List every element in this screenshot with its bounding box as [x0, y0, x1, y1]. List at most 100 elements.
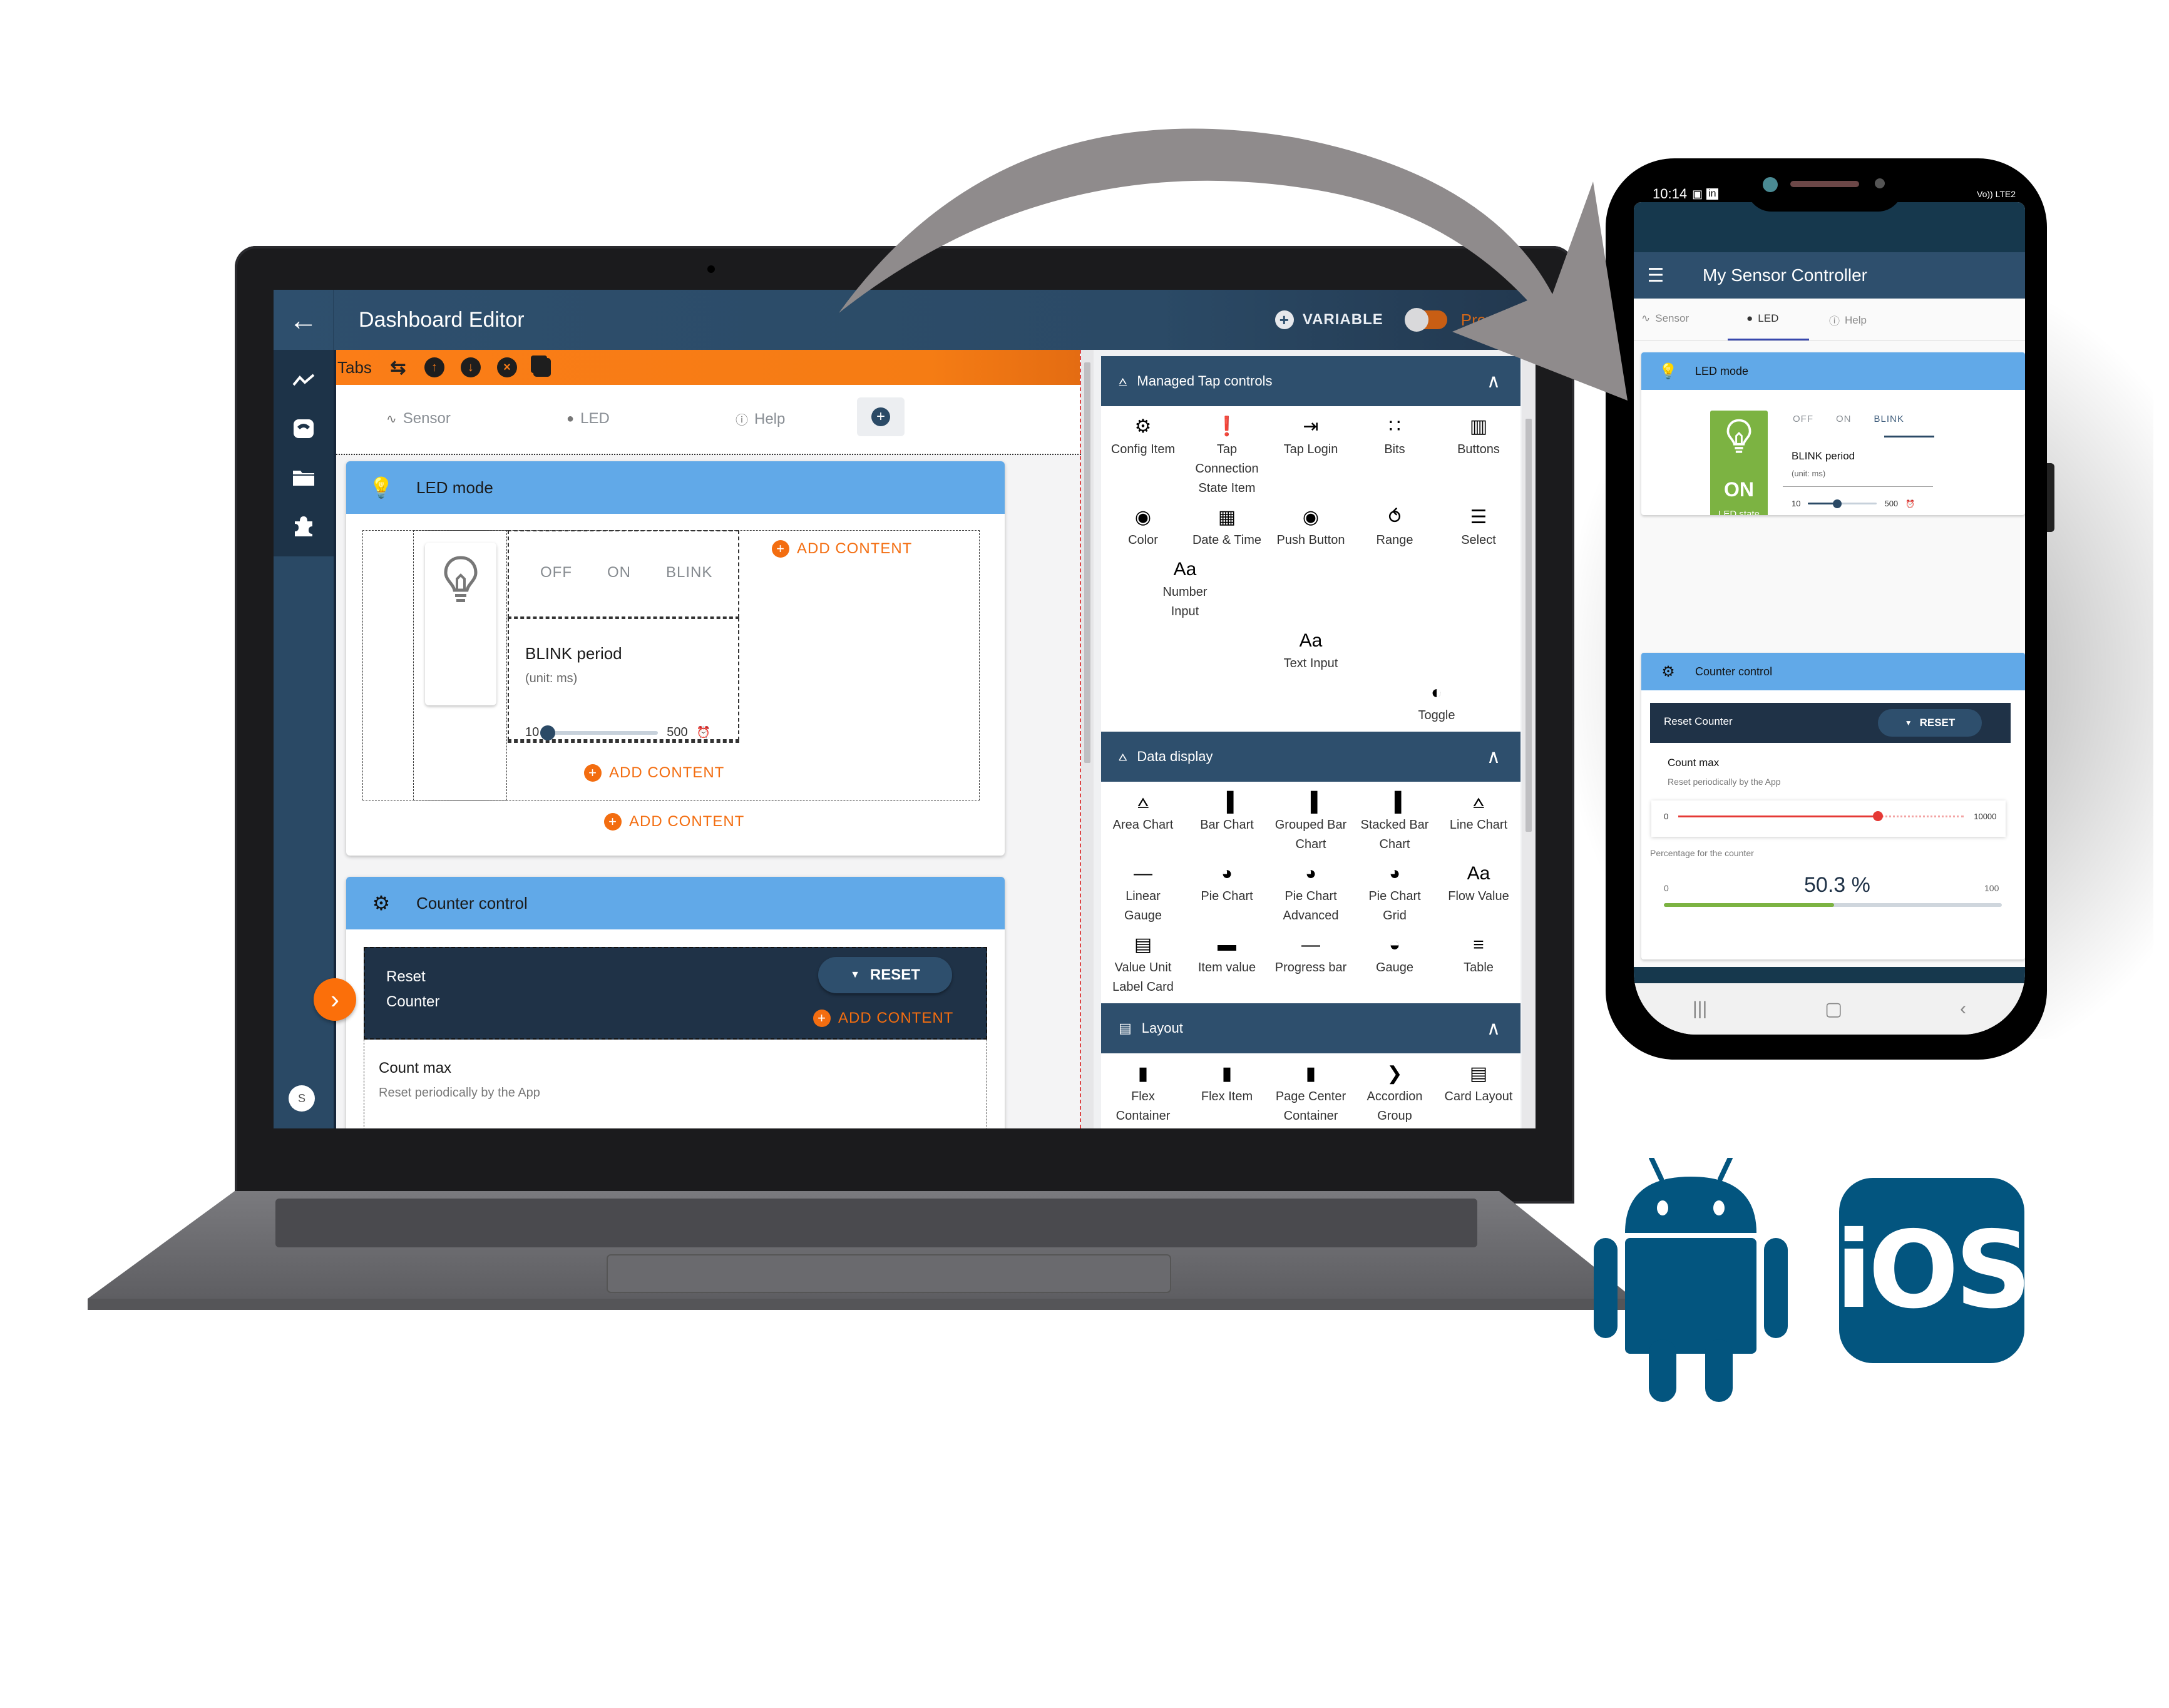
palette-item[interactable]: ≡ Table — [1437, 932, 1520, 997]
phone-tab-sensor[interactable]: ∿ Sensor — [1641, 312, 1689, 325]
progress-bar — [1664, 903, 2002, 907]
tab-help[interactable]: ⓘ Help — [736, 410, 785, 428]
palette-item[interactable]: ∷ Bits — [1353, 414, 1437, 498]
editor-scrollbar[interactable] — [1081, 350, 1094, 1128]
palette-item[interactable]: ❗ Tap Connection State Item — [1185, 414, 1269, 498]
back-button[interactable]: ← — [274, 290, 334, 350]
preview-toggle[interactable] — [1404, 308, 1447, 332]
palette-item[interactable]: ▤ Card Layout — [1437, 1061, 1520, 1126]
phone-blink-slider[interactable]: 10 500 ⏰ — [1792, 499, 1915, 508]
expand-panel-button[interactable]: › — [314, 978, 356, 1021]
slider-track[interactable] — [540, 725, 659, 740]
palette-item[interactable]: Aa Flow Value — [1437, 861, 1520, 926]
segment-on[interactable]: ON — [607, 564, 631, 581]
phone-tab-led[interactable]: ● LED — [1746, 312, 1778, 325]
palette-item[interactable]: ▮ Flex Container — [1101, 1061, 1185, 1126]
palette-section-header[interactable]: ⩟ Data display ∧ — [1101, 732, 1520, 782]
home-icon[interactable]: ▢ — [1825, 998, 1842, 1020]
palette-item[interactable]: ▬ Item value — [1185, 932, 1269, 997]
counter-control-card[interactable]: ⚙ Counter control Reset Counter ▼ RESET +… — [346, 877, 1005, 1128]
palette-item[interactable]: Aa Text Input — [1185, 628, 1437, 673]
add-content-button[interactable]: + ADD CONTENT — [772, 540, 912, 558]
slider-thumb[interactable] — [1832, 499, 1842, 508]
palette-item[interactable]: ▐ Grouped Bar Chart — [1269, 789, 1353, 854]
palette-item[interactable]: ◐ Toggle — [1353, 680, 1520, 725]
palette-item[interactable]: ◉ Push Button — [1269, 504, 1353, 550]
palette-item[interactable]: ⇥ Tap Login — [1269, 414, 1353, 498]
palette-item[interactable]: ▥ Buttons — [1437, 414, 1520, 498]
scrollbar-thumb[interactable] — [1084, 362, 1090, 763]
led-mode-segment[interactable]: OFF ON BLINK — [540, 564, 712, 581]
chart-icon[interactable] — [286, 362, 321, 397]
recent-apps-icon[interactable]: ||| — [1693, 998, 1707, 1020]
back-icon[interactable]: ‹ — [1960, 998, 1966, 1020]
add-content-button[interactable]: + ADD CONTENT — [813, 1010, 953, 1027]
palette-item[interactable]: ⩟ Area Chart — [1101, 789, 1185, 854]
gauge-icon[interactable] — [286, 411, 321, 446]
palette-item[interactable]: ▦ Date & Time — [1185, 504, 1269, 550]
palette-item[interactable]: Aa Number Input — [1101, 556, 1269, 621]
palette-item[interactable]: ▤ Value Unit Label Card — [1101, 932, 1185, 997]
palette-item[interactable]: ⥀ Range — [1353, 504, 1437, 550]
blink-slider[interactable]: 10 500 ⏰ — [525, 725, 710, 740]
palette-item[interactable]: ◕ Pie Chart Grid — [1353, 861, 1437, 926]
palette-item[interactable]: ◕ Pie Chart Advanced — [1269, 861, 1353, 926]
avatar[interactable]: S — [289, 1085, 315, 1112]
arrow-up-icon[interactable]: ↑ — [424, 357, 444, 377]
reset-button[interactable]: ▼ RESET — [1878, 709, 1982, 737]
segment-off[interactable]: OFF — [1793, 414, 1813, 424]
editor-tabs: ∿ Sensor ● LED ⓘ Help + — [336, 385, 1080, 454]
palette-section-header[interactable]: ▤ Layout ∧ — [1101, 1003, 1520, 1053]
phone-tab-help[interactable]: ⓘ Help — [1829, 312, 1867, 328]
reset-button[interactable]: ▼ RESET — [818, 957, 952, 993]
palette-item[interactable]: ▐ Stacked Bar Chart — [1353, 789, 1437, 854]
phone-led-segment[interactable]: OFF ON BLINK — [1793, 414, 1904, 424]
tab-sensor[interactable]: ∿ Sensor — [386, 410, 451, 427]
led-mode-card[interactable]: 💡 LED mode OFF ON BLINK BLINK period (un… — [346, 461, 1005, 856]
arrow-down-icon[interactable]: ↓ — [460, 357, 481, 377]
palette-section-header[interactable]: ⩟ Managed Tap controls ∧ — [1101, 356, 1520, 406]
columns-icon: ▥ — [1469, 416, 1488, 437]
palette-item[interactable]: ◉ Color — [1101, 504, 1185, 550]
count-max-slider[interactable]: 0 10000 — [1664, 811, 1996, 821]
phone-led-card: 💡 LED mode ON LED state OFF ON BLINK BLIN… — [1641, 352, 2025, 515]
selected-segment-indicator — [1884, 436, 1934, 437]
palette-item[interactable]: ◒ Gauge — [1353, 932, 1437, 997]
palette-item[interactable]: — Linear Gauge — [1101, 861, 1185, 926]
slider-thumb[interactable] — [540, 725, 556, 740]
menu-icon[interactable]: ☰ — [1634, 265, 1678, 287]
add-content-button[interactable]: + ADD CONTENT — [604, 813, 744, 831]
copy-icon[interactable] — [533, 358, 551, 377]
slider-track[interactable] — [1678, 811, 1964, 821]
phone-app-bar: ☰ My Sensor Controller — [1634, 252, 2025, 299]
chevron-up-icon[interactable]: ∧ — [1487, 371, 1500, 392]
palette-item[interactable]: ▮ Page Center Container — [1269, 1061, 1353, 1126]
palette-item[interactable]: ❯ Accordion Group — [1353, 1061, 1437, 1126]
slider-track[interactable] — [1808, 499, 1877, 508]
close-icon[interactable]: × — [496, 357, 517, 377]
segment-blink[interactable]: BLINK — [666, 564, 712, 581]
palette-item[interactable]: ◕ Pie Chart — [1185, 861, 1269, 926]
folder-icon[interactable] — [286, 460, 321, 495]
add-content-button[interactable]: + ADD CONTENT — [584, 764, 724, 782]
lightbulb-outline-icon — [444, 556, 478, 602]
segment-off[interactable]: OFF — [540, 564, 572, 581]
puzzle-icon[interactable] — [286, 509, 321, 544]
palette-item[interactable]: ⚙ Config Item — [1101, 414, 1185, 498]
segment-on[interactable]: ON — [1836, 414, 1852, 424]
segment-blink[interactable]: BLINK — [1874, 414, 1904, 424]
chevron-up-icon[interactable]: ∧ — [1487, 746, 1500, 768]
palette-item[interactable]: ▐ Bar Chart — [1185, 789, 1269, 854]
led-state-preview[interactable] — [425, 543, 496, 705]
palette-item[interactable]: ▮ Flex Item — [1185, 1061, 1269, 1126]
tab-led[interactable]: ● LED — [567, 410, 610, 427]
palette-item[interactable]: — Progress bar — [1269, 932, 1353, 997]
slider-thumb[interactable] — [1873, 811, 1884, 821]
palette-item[interactable]: ⩟ Line Chart — [1437, 789, 1520, 854]
linkedin-icon: in — [1706, 188, 1718, 200]
chevron-up-icon[interactable]: ∧ — [1487, 1018, 1500, 1040]
add-tab-button[interactable]: + — [857, 397, 905, 436]
palette-item[interactable]: ☰ Select — [1437, 504, 1520, 550]
add-variable-button[interactable]: + VARIABLE — [1274, 310, 1383, 329]
swap-icon[interactable]: ⇆ — [388, 357, 408, 378]
